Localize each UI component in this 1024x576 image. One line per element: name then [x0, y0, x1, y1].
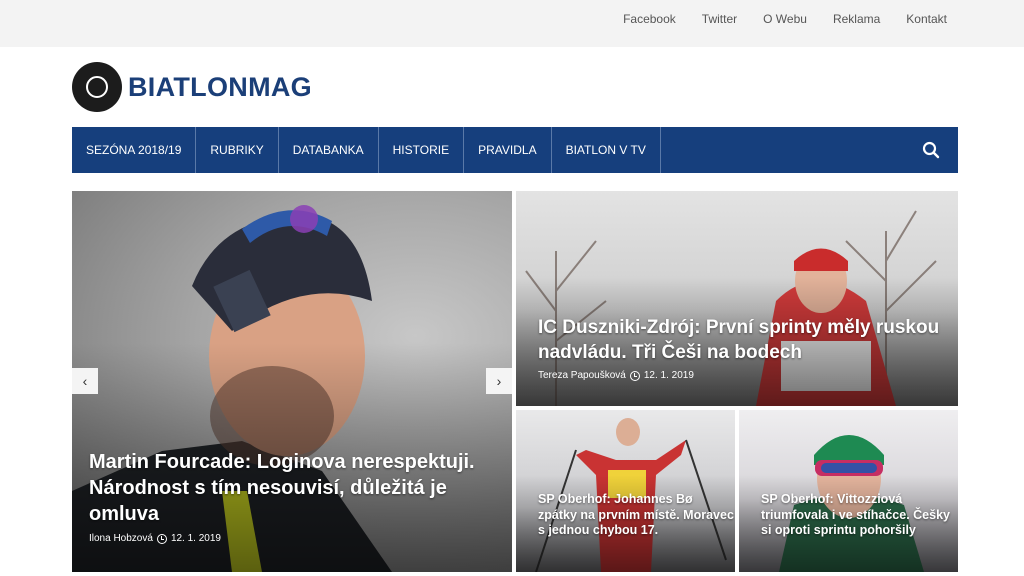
- site-logo[interactable]: BIATLONMAG: [72, 62, 312, 112]
- featured-meta: Ilona Hobzová 12. 1. 2019: [89, 533, 221, 544]
- duszniki-date: 12. 1. 2019: [643, 370, 694, 381]
- top-link-about[interactable]: O Webu: [750, 12, 820, 26]
- nav-item-historie[interactable]: HISTORIE: [379, 127, 465, 173]
- nav-item-databanka[interactable]: DATABANKA: [279, 127, 379, 173]
- search-icon[interactable]: [922, 141, 940, 159]
- main-nav: SEZÓNA 2018/19 RUBRIKY DATABANKA HISTORI…: [72, 127, 958, 173]
- top-utility-bar: Facebook Twitter O Webu Reklama Kontakt: [0, 0, 1024, 47]
- logo-text: BIATLONMAG: [128, 71, 312, 102]
- featured-title[interactable]: Martin Fourcade: Loginova nerespektuji. …: [89, 449, 489, 527]
- slider-prev-button[interactable]: ‹: [72, 368, 98, 394]
- article-card-boe[interactable]: SP Oberhof: Johannes Bø zpátky na prvním…: [516, 410, 735, 572]
- logo-icon: [72, 62, 122, 112]
- clock-icon: [629, 370, 640, 381]
- nav-item-biatlon-tv[interactable]: BIATLON V TV: [552, 127, 661, 173]
- featured-article[interactable]: Martin Fourcade: Loginova nerespektuji. …: [72, 191, 512, 572]
- vittozzi-title[interactable]: SP Oberhof: Vittozziová triumfovala i ve…: [761, 492, 957, 539]
- duszniki-author[interactable]: Tereza Papoušková: [538, 370, 626, 381]
- top-link-advertising[interactable]: Reklama: [820, 12, 893, 26]
- nav-item-rubriky[interactable]: RUBRIKY: [196, 127, 279, 173]
- top-link-facebook[interactable]: Facebook: [610, 12, 689, 26]
- top-links: Facebook Twitter O Webu Reklama Kontakt: [610, 12, 947, 26]
- duszniki-meta: Tereza Papoušková 12. 1. 2019: [538, 370, 694, 381]
- clock-icon: [156, 533, 167, 544]
- article-card-vittozzi[interactable]: SP Oberhof: Vittozziová triumfovala i ve…: [739, 410, 958, 572]
- featured-date: 12. 1. 2019: [170, 533, 221, 544]
- nav-item-pravidla[interactable]: PRAVIDLA: [464, 127, 552, 173]
- slider-next-button[interactable]: ›: [486, 368, 512, 394]
- featured-author[interactable]: Ilona Hobzová: [89, 533, 153, 544]
- top-link-twitter[interactable]: Twitter: [689, 12, 750, 26]
- nav-item-season[interactable]: SEZÓNA 2018/19: [72, 127, 197, 173]
- article-card-duszniki[interactable]: IC Duszniki-Zdrój: První sprinty měly ru…: [516, 191, 958, 406]
- boe-title[interactable]: SP Oberhof: Johannes Bø zpátky na prvním…: [538, 492, 734, 539]
- top-link-contact[interactable]: Kontakt: [893, 12, 947, 26]
- duszniki-title[interactable]: IC Duszniki-Zdrój: První sprinty měly ru…: [538, 315, 958, 365]
